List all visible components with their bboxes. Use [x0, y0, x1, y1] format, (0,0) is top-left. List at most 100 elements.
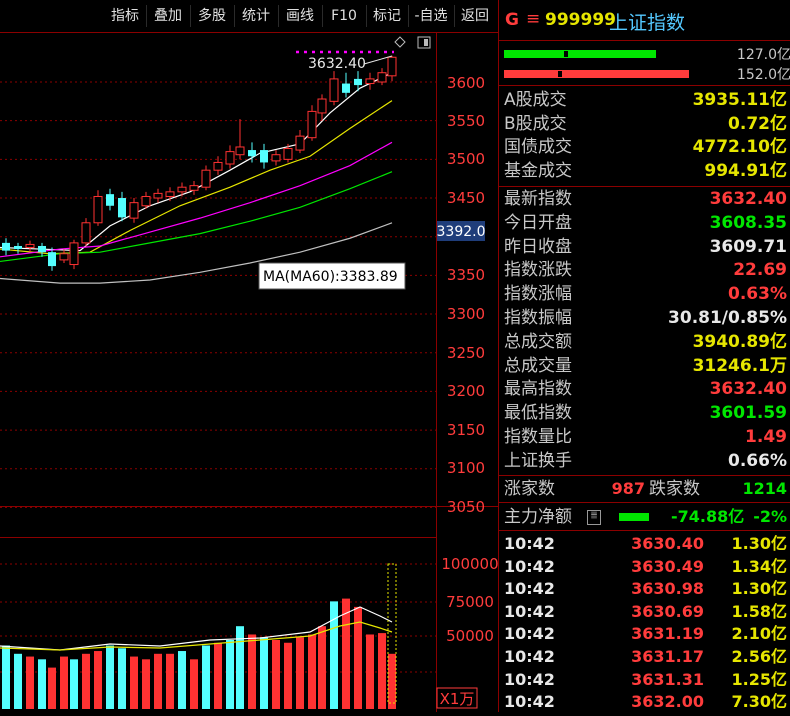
- candle-body-down[interactable]: [14, 245, 22, 250]
- volume-bar-up[interactable]: [248, 634, 256, 709]
- volume-bar-up[interactable]: [190, 659, 198, 709]
- quote-stats: 最新指数 3632.40 今日开盘 3608.35 昨日收盘 3609.71 指数涨跌 22.…: [499, 188, 790, 474]
- candle-body-down[interactable]: [106, 194, 114, 206]
- volume-bar-up[interactable]: [214, 642, 222, 709]
- volume-bar-up[interactable]: [296, 637, 304, 709]
- tick-row[interactable]: 10:42 3630.69 1.58亿: [499, 601, 790, 624]
- tick-row[interactable]: 10:42 3631.19 2.10亿: [499, 623, 790, 646]
- volume-bar-up[interactable]: [378, 633, 386, 709]
- candle-body-up[interactable]: [93, 195, 103, 224]
- volume-bar-up[interactable]: [142, 659, 150, 709]
- toolbar-f10-button[interactable]: F10: [322, 5, 367, 27]
- candle-body-down[interactable]: [342, 83, 350, 93]
- volume-bar-down[interactable]: [178, 651, 186, 709]
- candle-body-up[interactable]: [59, 253, 69, 261]
- candle-body-up[interactable]: [177, 186, 187, 193]
- volume-bar-down[interactable]: [38, 659, 46, 709]
- toolbar-indicator-button[interactable]: 指标: [104, 5, 147, 27]
- candle-body-up[interactable]: [153, 192, 163, 199]
- toolbar-draw-line-button[interactable]: 画线: [278, 5, 323, 27]
- candle-body-down[interactable]: [248, 150, 256, 157]
- quote-stat-row: 总成交量 31246.1万: [499, 355, 790, 379]
- volume-bar-down[interactable]: [70, 659, 78, 709]
- stat-value: 3632.40: [709, 189, 787, 209]
- stat-label: 总成交量: [504, 355, 572, 376]
- volume-bar-up[interactable]: [272, 640, 280, 709]
- candle-body-up[interactable]: [189, 185, 199, 191]
- candle-body-up[interactable]: [307, 110, 317, 139]
- volume-bar-down[interactable]: [118, 648, 126, 709]
- tick-row[interactable]: 10:42 3630.40 1.30亿: [499, 533, 790, 556]
- tick-row[interactable]: 10:42 3631.17 2.56亿: [499, 646, 790, 669]
- candle-body-up[interactable]: [25, 243, 35, 249]
- toolbar-watchlist-button[interactable]: -自选: [408, 5, 455, 27]
- candle-body-up[interactable]: [283, 148, 293, 160]
- candle-body-up[interactable]: [271, 154, 281, 162]
- volume-bar-down[interactable]: [260, 637, 268, 709]
- kline-chart-area[interactable]: 3600 3550 3500 3450 3400 3350 3300 3250 …: [0, 32, 499, 712]
- menu-icon[interactable]: ≡: [526, 9, 540, 29]
- volume-bar-up[interactable]: [318, 626, 326, 709]
- panel-divider: [499, 186, 790, 187]
- volume-bar-up[interactable]: [366, 634, 374, 709]
- volume-bar-up[interactable]: [60, 656, 68, 709]
- volume-bar-up[interactable]: [308, 634, 316, 709]
- candle-body-down[interactable]: [118, 198, 126, 218]
- volume-bar-up[interactable]: [94, 651, 102, 709]
- candle-body-up[interactable]: [295, 135, 305, 151]
- tick-row[interactable]: 10:42 3631.31 1.25亿: [499, 669, 790, 692]
- candle-body-up[interactable]: [165, 191, 175, 197]
- candle-body-up[interactable]: [235, 146, 245, 156]
- toolbar-statistics-button[interactable]: 统计: [234, 5, 279, 27]
- candle-body-up[interactable]: [317, 98, 327, 114]
- volume-bar-up[interactable]: [284, 642, 292, 709]
- candlesticks[interactable]: [2, 55, 397, 271]
- tick-row[interactable]: 10:42 3630.49 1.34亿: [499, 556, 790, 579]
- volume-bar-up[interactable]: [130, 656, 138, 709]
- volume-bar-down[interactable]: [226, 640, 234, 709]
- kline-chart[interactable]: 3600 3550 3500 3450 3400 3350 3300 3250 …: [0, 32, 499, 712]
- tick-row[interactable]: 10:42 3632.00 7.30亿: [499, 691, 790, 712]
- candle-body-down[interactable]: [260, 150, 268, 163]
- candle-body-up[interactable]: [365, 78, 375, 85]
- tick-price: 3631.19: [631, 624, 704, 644]
- volume-bar-up[interactable]: [166, 653, 174, 709]
- candle-body-down[interactable]: [48, 252, 56, 267]
- toolbar-multi-stock-button[interactable]: 多股: [190, 5, 235, 27]
- tick-list[interactable]: 10:42 3630.40 1.30亿 10:42 3630.49 1.34亿 10:42 3…: [499, 533, 790, 712]
- quote-stat-row: 今日开盘 3608.35: [499, 212, 790, 236]
- candle-body-up[interactable]: [69, 242, 79, 266]
- candle-body-up[interactable]: [377, 72, 387, 83]
- volume-bar-down[interactable]: [14, 653, 22, 709]
- volume-bar-down[interactable]: [2, 645, 10, 709]
- toolbar-overlay-button[interactable]: 叠加: [146, 5, 191, 27]
- main-flow-label: 主力净额: [504, 507, 572, 527]
- candle-body-up[interactable]: [213, 161, 223, 171]
- toolbar-back-button[interactable]: 返回: [454, 5, 496, 27]
- candle-body-down[interactable]: [38, 245, 46, 253]
- volume-bar-up[interactable]: [388, 653, 396, 709]
- candle-body-up[interactable]: [225, 151, 235, 165]
- volume-bar-up[interactable]: [26, 656, 34, 709]
- toolbar-mark-button[interactable]: 标记: [366, 5, 409, 27]
- candle-body-up[interactable]: [201, 169, 211, 188]
- tick-time: 10:42: [504, 556, 555, 576]
- candle-body-up[interactable]: [129, 202, 139, 219]
- volume-bar-up[interactable]: [48, 667, 56, 709]
- candle-body-down[interactable]: [354, 78, 362, 86]
- volume-bar-up[interactable]: [82, 653, 90, 709]
- candle-body-up[interactable]: [387, 56, 397, 77]
- volume-bar-down[interactable]: [106, 645, 114, 709]
- volume-bar-down[interactable]: [202, 645, 210, 709]
- candle-body-up[interactable]: [141, 195, 151, 207]
- tick-price: 3631.17: [631, 647, 704, 666]
- diamond-icon[interactable]: [394, 36, 406, 48]
- candle-body-down[interactable]: [2, 242, 10, 251]
- volume-bars[interactable]: [2, 598, 396, 709]
- main-flow-detail-icon[interactable]: ≡ ≡: [587, 509, 601, 525]
- candle-body-up[interactable]: [329, 78, 339, 102]
- volume-bar-up[interactable]: [154, 653, 162, 709]
- candle-body-up[interactable]: [81, 222, 91, 244]
- tick-price: 3631.31: [631, 669, 704, 689]
- tick-row[interactable]: 10:42 3630.98 1.30亿: [499, 578, 790, 601]
